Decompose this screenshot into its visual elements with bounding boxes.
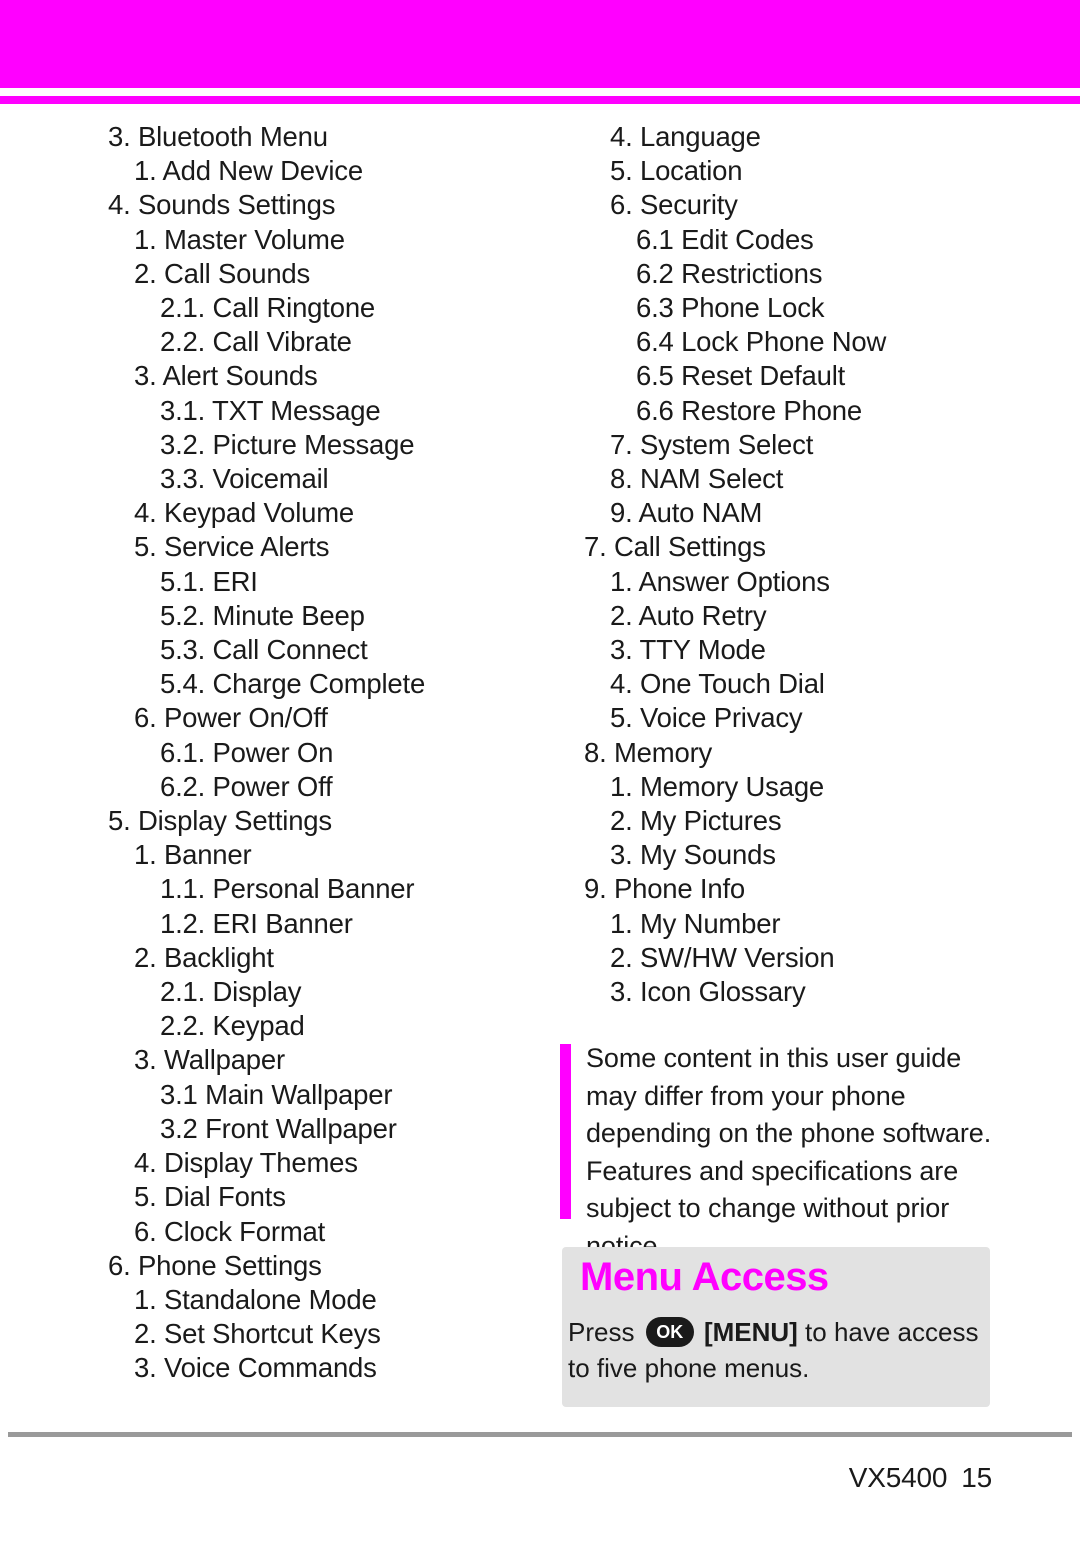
toc-left-item[interactable]: 3.1. TXT Message xyxy=(96,394,536,428)
toc-right-item[interactable]: 9. Phone Info xyxy=(560,872,1030,906)
toc-left-item[interactable]: 1. Standalone Mode xyxy=(96,1283,536,1317)
ok-key-icon: OK xyxy=(645,1317,694,1348)
header-color-band xyxy=(0,0,1080,88)
model-label: VX5400 xyxy=(848,1462,948,1493)
toc-right-item[interactable]: 3. Icon Glossary xyxy=(560,975,1030,1009)
toc-left-item[interactable]: 1.2. ERI Banner xyxy=(96,907,536,941)
toc-right-item[interactable]: 1. Memory Usage xyxy=(560,770,1030,804)
toc-left-item[interactable]: 1. Banner xyxy=(96,838,536,872)
menu-access-panel: Menu Access Press OK [MENU] to have acce… xyxy=(562,1247,990,1407)
toc-left-item[interactable]: 6.2. Power Off xyxy=(96,770,536,804)
toc-left-item[interactable]: 3.3. Voicemail xyxy=(96,462,536,496)
toc-right-item[interactable]: 7. System Select xyxy=(560,428,1030,462)
note-text: Some content in this user guide may diff… xyxy=(586,1043,992,1261)
menu-key-label: [MENU] xyxy=(703,1317,798,1347)
toc-left-item[interactable]: 1. Master Volume xyxy=(96,223,536,257)
header-rule xyxy=(0,96,1080,104)
toc-left-item[interactable]: 2. Backlight xyxy=(96,941,536,975)
footer-rule xyxy=(8,1432,1072,1437)
toc-left-item[interactable]: 3.1 Main Wallpaper xyxy=(96,1078,536,1112)
toc-right-item[interactable]: 6.4 Lock Phone Now xyxy=(560,325,1030,359)
toc-left-item[interactable]: 5.4. Charge Complete xyxy=(96,667,536,701)
toc-left-item[interactable]: 2.2. Call Vibrate xyxy=(96,325,536,359)
toc-left-item[interactable]: 4. Display Themes xyxy=(96,1146,536,1180)
toc-right-item[interactable]: 5. Voice Privacy xyxy=(560,701,1030,735)
toc-right-item[interactable]: 4. One Touch Dial xyxy=(560,667,1030,701)
page-number: 15 xyxy=(961,1462,992,1493)
toc-left-item[interactable]: 5. Display Settings xyxy=(96,804,536,838)
toc-right-item[interactable]: 3. My Sounds xyxy=(560,838,1030,872)
toc-left-item[interactable]: 3. Bluetooth Menu xyxy=(96,120,536,154)
toc-right-item[interactable]: 2. SW/HW Version xyxy=(560,941,1030,975)
toc-right-item[interactable]: 6.5 Reset Default xyxy=(560,359,1030,393)
toc-right-item[interactable]: 2. My Pictures xyxy=(560,804,1030,838)
toc-right-item[interactable]: 5. Location xyxy=(560,154,1030,188)
toc-left-item[interactable]: 2. Call Sounds xyxy=(96,257,536,291)
menu-access-title: Menu Access xyxy=(580,1255,829,1299)
toc-left-item[interactable]: 5. Dial Fonts xyxy=(96,1180,536,1214)
toc-right-item[interactable]: 7. Call Settings xyxy=(560,530,1030,564)
toc-right-item[interactable]: 9. Auto NAM xyxy=(560,496,1030,530)
toc-left-item[interactable]: 3.2 Front Wallpaper xyxy=(96,1112,536,1146)
toc-left-item[interactable]: 5.2. Minute Beep xyxy=(96,599,536,633)
toc-right-item[interactable]: 1. My Number xyxy=(560,907,1030,941)
page-footer: VX5400 15 xyxy=(849,1462,992,1494)
toc-left-item[interactable]: 2.1. Call Ringtone xyxy=(96,291,536,325)
toc-right-item[interactable]: 8. Memory xyxy=(560,736,1030,770)
toc-left-item[interactable]: 1.1. Personal Banner xyxy=(96,872,536,906)
toc-right-item[interactable]: 6.2 Restrictions xyxy=(560,257,1030,291)
toc-left-item[interactable]: 2.1. Display xyxy=(96,975,536,1009)
toc-left-item[interactable]: 5.3. Call Connect xyxy=(96,633,536,667)
toc-left-item[interactable]: 6. Clock Format xyxy=(96,1215,536,1249)
press-label: Press xyxy=(568,1317,635,1347)
toc-right-item[interactable]: 6. Security xyxy=(560,188,1030,222)
toc-column-left: 3. Bluetooth Menu 1. Add New Device 4. Sou… xyxy=(96,120,536,1386)
toc-right-item[interactable]: 4. Language xyxy=(560,120,1030,154)
toc-left-item[interactable]: 5.1. ERI xyxy=(96,565,536,599)
toc-left-item[interactable]: 3. Wallpaper xyxy=(96,1043,536,1077)
toc-left-item[interactable]: 6. Phone Settings xyxy=(96,1249,536,1283)
toc-left-item[interactable]: 1. Add New Device xyxy=(96,154,536,188)
toc-left-item[interactable]: 3. Alert Sounds xyxy=(96,359,536,393)
toc-left-item[interactable]: 5. Service Alerts xyxy=(96,530,536,564)
toc-right-item[interactable]: 6.6 Restore Phone xyxy=(560,394,1030,428)
toc-right-item[interactable]: 3. TTY Mode xyxy=(560,633,1030,667)
toc-left-item[interactable]: 4. Sounds Settings xyxy=(96,188,536,222)
toc-left-item[interactable]: 6. Power On/Off xyxy=(96,701,536,735)
note-accent-bar xyxy=(560,1044,571,1219)
note-callout: Some content in this user guide may diff… xyxy=(560,1040,992,1265)
toc-right-item[interactable]: 6.1 Edit Codes xyxy=(560,223,1030,257)
toc-right-item[interactable]: 8. NAM Select xyxy=(560,462,1030,496)
toc-left-item[interactable]: 3.2. Picture Message xyxy=(96,428,536,462)
toc-column-right: 4. Language 5. Location 6. Security 6.1 Edi… xyxy=(560,120,1030,1009)
toc-left-item[interactable]: 3. Voice Commands xyxy=(96,1351,536,1385)
toc-right-item[interactable]: 1. Answer Options xyxy=(560,565,1030,599)
toc-left-item[interactable]: 4. Keypad Volume xyxy=(96,496,536,530)
toc-right-item[interactable]: 2. Auto Retry xyxy=(560,599,1030,633)
toc-left-item[interactable]: 2.2. Keypad xyxy=(96,1009,536,1043)
toc-right-item[interactable]: 6.3 Phone Lock xyxy=(560,291,1030,325)
toc-left-item[interactable]: 6.1. Power On xyxy=(96,736,536,770)
toc-left-item[interactable]: 2. Set Shortcut Keys xyxy=(96,1317,536,1351)
menu-access-body: Press OK [MENU] to have access to five p… xyxy=(568,1315,986,1385)
